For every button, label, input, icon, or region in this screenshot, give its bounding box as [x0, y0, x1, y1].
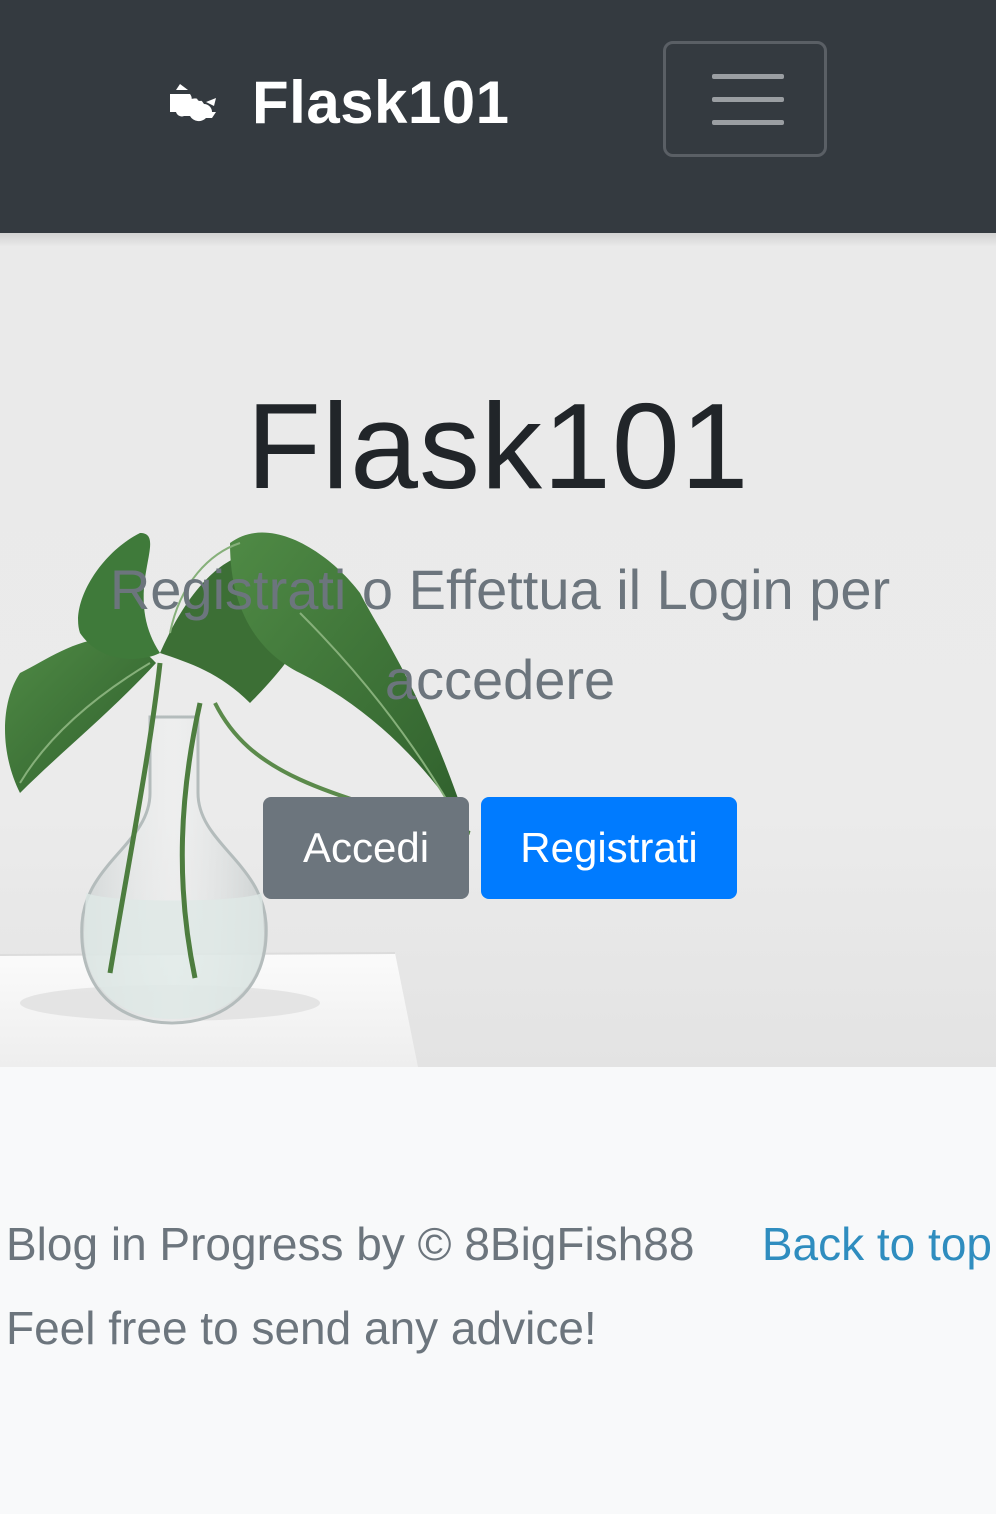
login-button[interactable]: Accedi — [263, 797, 469, 899]
hero-lead-text: Registrati o Effettua il Login per acced… — [109, 558, 891, 711]
navbar-shadow — [0, 233, 996, 247]
flask-logo-icon — [170, 84, 216, 122]
footer-credit-text: Blog in Progress by © 8BigFish88 — [6, 1218, 695, 1270]
footer: Blog in Progress by © 8BigFish88 Back to… — [0, 1067, 996, 1514]
register-button[interactable]: Registrati — [481, 797, 737, 899]
hero-title: Flask101 — [246, 378, 750, 514]
navbar: Flask101 — [0, 0, 996, 233]
navbar-toggler-button[interactable] — [663, 41, 827, 157]
navbar-brand-text: Flask101 — [252, 68, 510, 136]
footer-advice-text: Feel free to send any advice! — [6, 1302, 597, 1354]
hero-jumbotron: Flask101 Registrati o Effettua il Login … — [0, 233, 996, 1067]
back-to-top-link[interactable]: Back to top — [762, 1217, 992, 1271]
navbar-brand[interactable]: Flask101 — [166, 62, 510, 142]
